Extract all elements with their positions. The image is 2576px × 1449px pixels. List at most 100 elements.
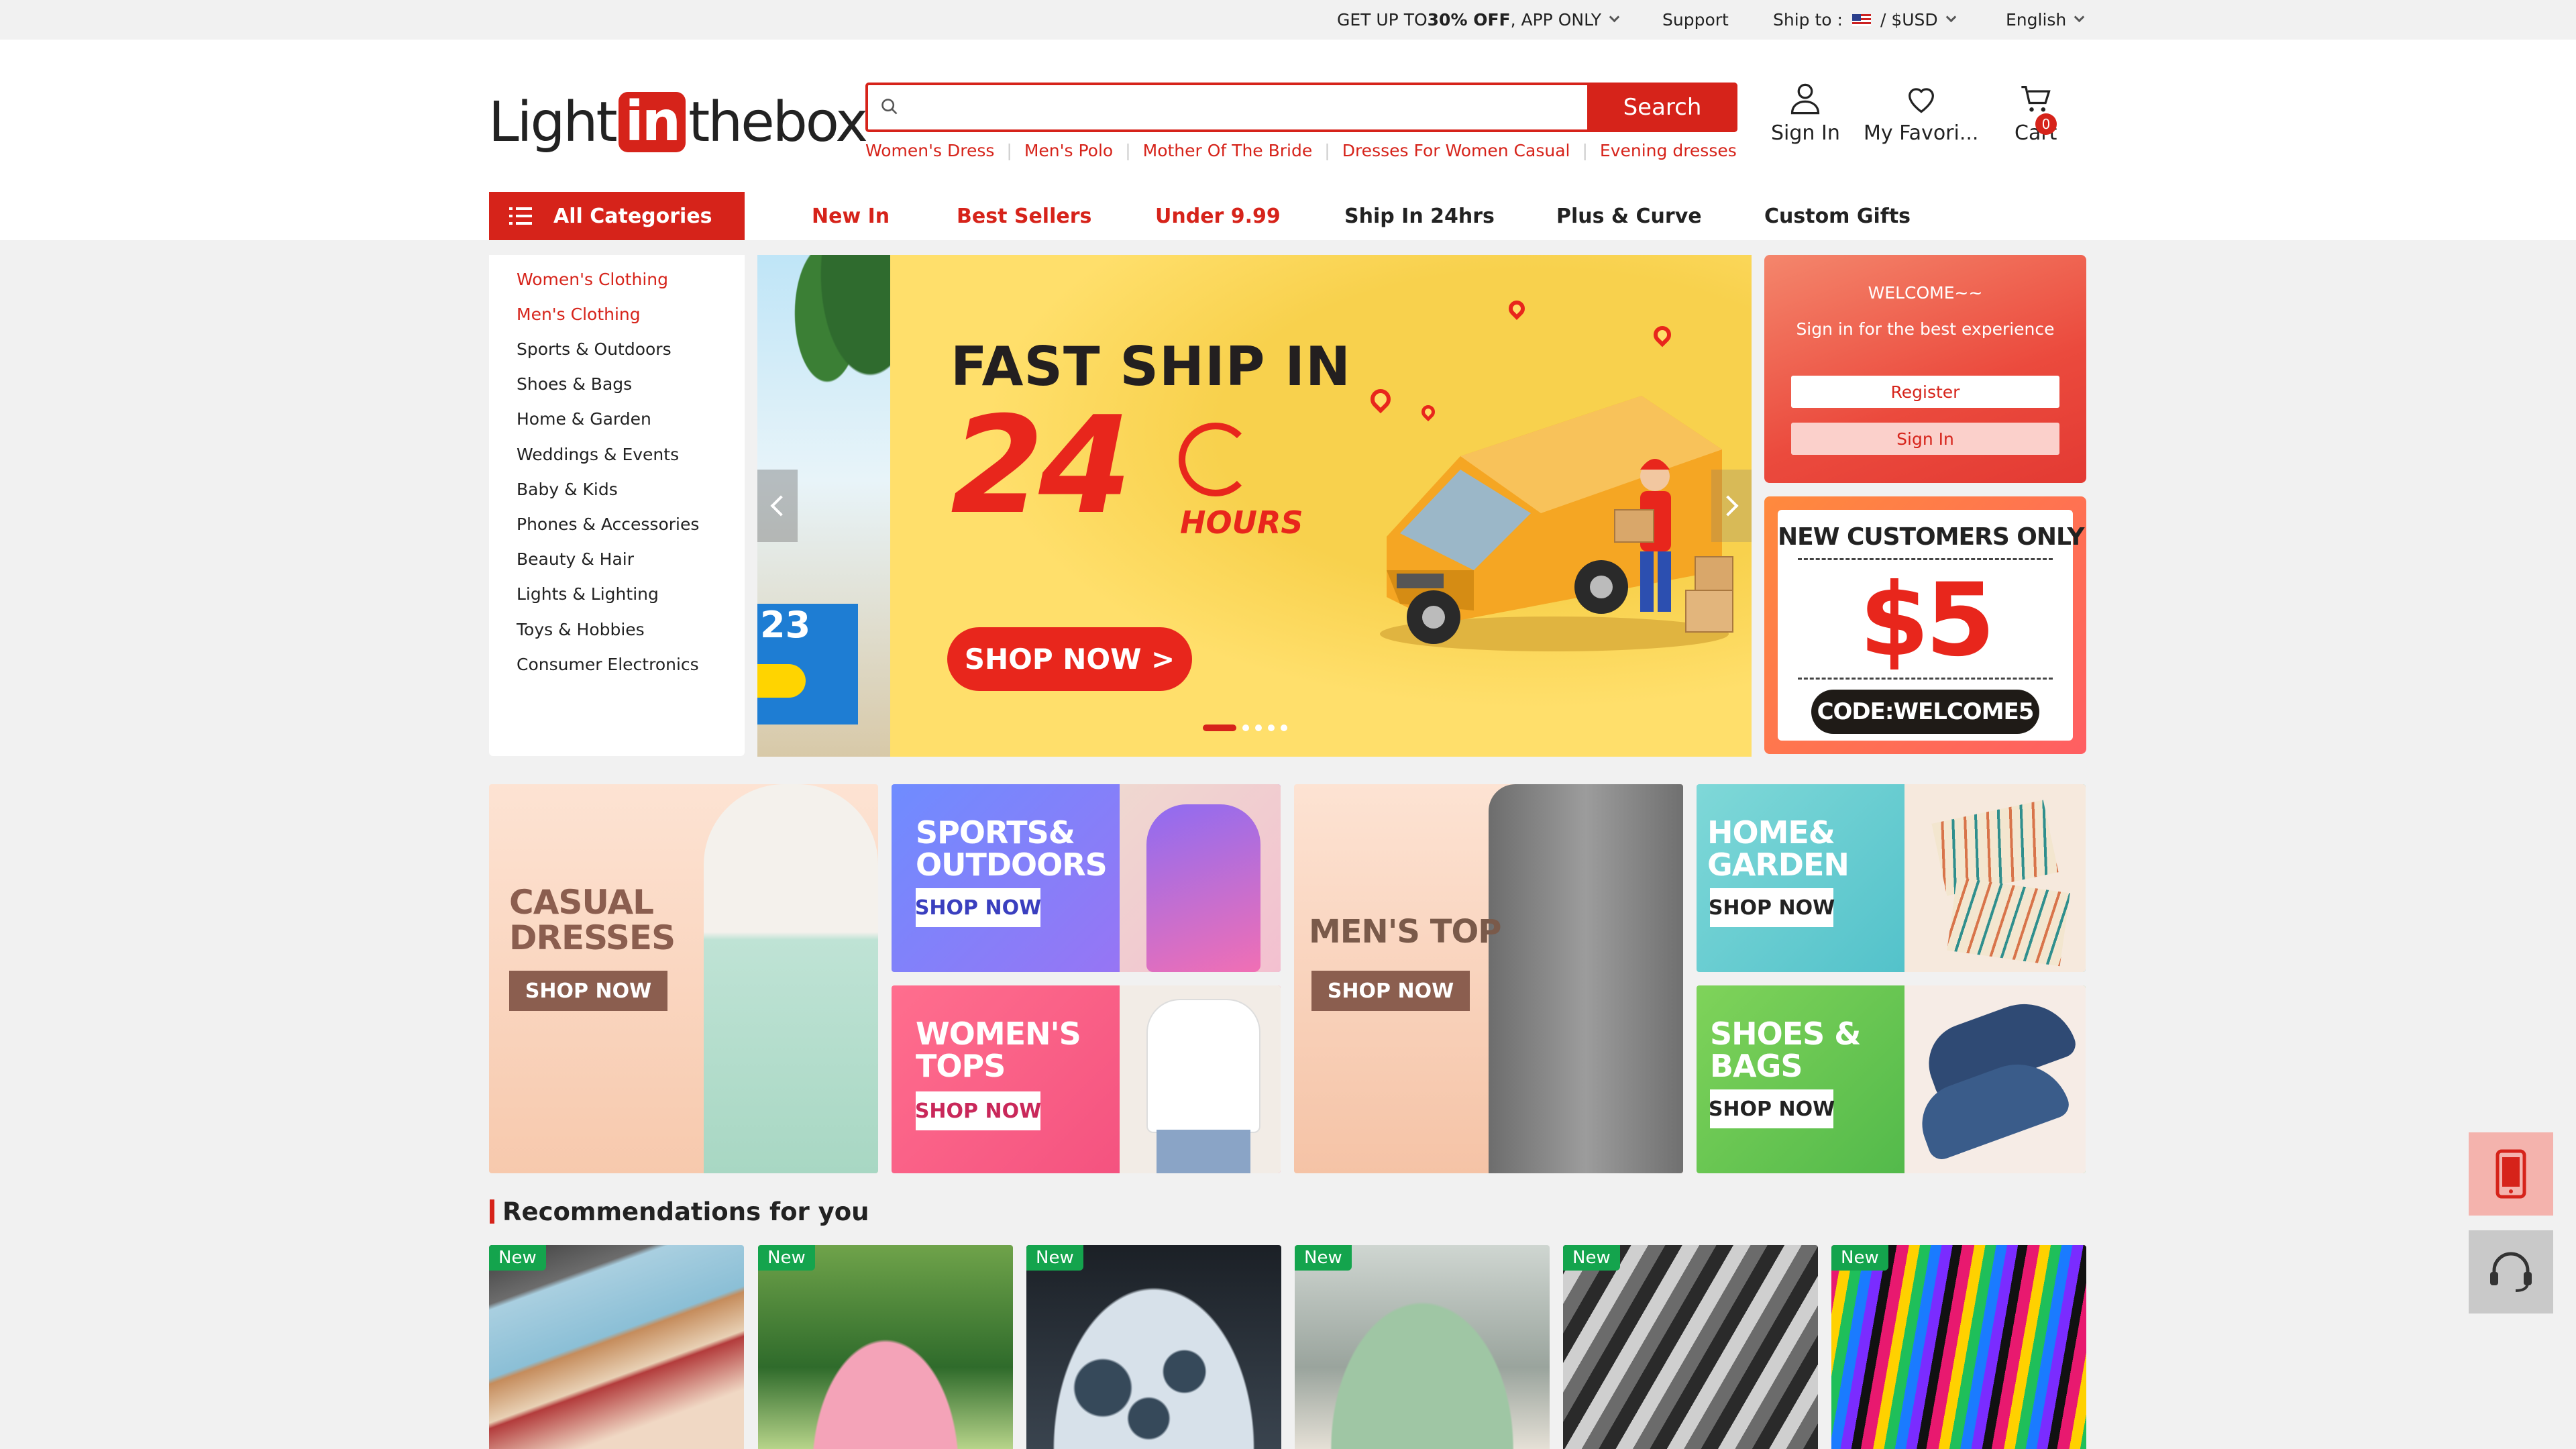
hot-search-link[interactable]: Dresses For Women Casual [1342,141,1570,160]
category-women-s-clothing[interactable]: Women's Clothing [517,262,668,297]
search-button[interactable]: Search [1587,83,1737,132]
hot-search-link[interactable]: Mother Of The Bride [1143,141,1313,160]
list-icon [509,207,532,225]
new-badge: New [1295,1245,1352,1271]
search-icon [881,99,898,115]
logo-box-text: thebox [688,90,868,154]
delivery-van-illustration [1380,396,1733,651]
nav-link-best-sellers[interactable]: Best Sellers [957,192,1091,240]
cart-icon [2021,86,2051,112]
category-shoes-bags[interactable]: Shoes & Bags [517,367,632,402]
product-card[interactable]: New [758,1245,1013,1449]
us-flag-icon [1851,13,1871,26]
chevron-right-icon [1717,495,1739,517]
carousel-dot-active[interactable] [1203,724,1236,731]
chevron-left-icon [770,495,792,517]
promo-casual-dresses[interactable]: CASUAL DRESSES SHOP NOW [489,784,878,1173]
carousel-next-button[interactable] [1711,470,1752,542]
hot-search-link[interactable]: Men's Polo [1024,141,1113,160]
peek-number: 23 [760,604,811,646]
nav-link-ship-in-24hrs[interactable]: Ship In 24hrs [1344,192,1495,240]
all-categories-button[interactable]: All Categories [489,192,745,240]
app-promo-discount: 30% OFF [1427,10,1511,30]
map-pin-icon [1650,322,1675,347]
recommendations-heading: Recommendations for you [490,1197,869,1226]
product-card[interactable]: New [1026,1245,1281,1449]
currency-label: / $USD [1880,10,1938,30]
welcome-card: WELCOME~~ Sign in for the best experienc… [1764,255,2086,483]
new-badge: New [758,1245,815,1271]
app-promo-prefix: GET UP TO [1337,10,1428,30]
phone-icon [2496,1149,2526,1199]
promo-shop-now-button[interactable]: SHOP NOW [1709,1089,1835,1128]
headset-icon [2490,1252,2532,1292]
chevron-down-icon [1609,11,1620,23]
category-men-s-clothing[interactable]: Men's Clothing [517,297,641,331]
product-card[interactable]: New [489,1245,744,1449]
hero-slide[interactable]: FAST SHIP IN 24 HOURS SHOP NOW > [890,255,1752,757]
sign-in-link[interactable]: Sign In [1771,81,1840,182]
language-selector[interactable]: English [2006,0,2085,40]
promo-shop-now-button[interactable]: SHOP NOW [915,888,1041,927]
promo-sports-outdoors[interactable]: SPORTS& OUTDOORS SHOP NOW [892,784,1281,972]
map-pin-icon [1505,297,1528,320]
category-weddings-events[interactable]: Weddings & Events [517,437,679,472]
sign-in-label: Sign In [1771,121,1840,145]
product-card[interactable]: New [1831,1245,2086,1449]
promo-home-garden[interactable]: HOME& GARDEN SHOP NOW [1697,784,2086,972]
product-card[interactable]: New [1295,1245,1550,1449]
new-badge: New [1563,1245,1620,1271]
promo-shop-now-button[interactable]: SHOP NOW [1311,971,1470,1011]
promo-shop-now-button[interactable]: SHOP NOW [915,1091,1041,1130]
category-consumer-electronics[interactable]: Consumer Electronics [517,647,699,682]
carousel-dot[interactable] [1268,724,1275,731]
app-promo-link[interactable]: GET UP TO 30% OFF, APP ONLY [1337,0,1620,40]
ship-to-label: Ship to : [1773,10,1843,30]
new-customer-coupon-banner[interactable]: NEW CUSTOMERS ONLY $5 CODE:WELCOME5 [1764,496,2086,754]
search-input[interactable] [908,85,1606,129]
carousel-dot[interactable] [1255,724,1262,731]
white-shirt-graphic [1146,999,1260,1133]
dress-image [704,784,878,1173]
hot-search-link[interactable]: Women's Dress [865,141,994,160]
category-phones-accessories[interactable]: Phones & Accessories [517,506,699,541]
new-badge: New [489,1245,546,1271]
nav-link-under-9-99[interactable]: Under 9.99 [1155,192,1281,240]
category-lights-lighting[interactable]: Lights & Lighting [517,577,659,612]
category-sidebar: Women's Clothing Men's Clothing Sports & O… [489,255,745,756]
coupon-title: NEW CUSTOMERS ONLY [1778,523,2084,551]
nav-link-custom-gifts[interactable]: Custom Gifts [1764,192,1911,240]
customer-support-button[interactable] [2469,1230,2553,1313]
promo-shop-now-button[interactable]: SHOP NOW [509,971,667,1011]
mens-shirt-image [1489,784,1683,1173]
promo-label: CASUAL DRESSES [509,883,676,957]
register-button[interactable]: Register [1791,376,2059,408]
hero-carousel[interactable]: 23 FAST SHIP IN 24 HOURS SHOP NOW > [757,255,1752,757]
welcome-sign-in-button[interactable]: Sign In [1791,423,2059,455]
promo-shop-now-button[interactable]: SHOP NOW [1709,888,1835,927]
promo-shoes-bags[interactable]: SHOES & BAGS SHOP NOW [1697,985,2086,1173]
site-logo[interactable]: Light in thebox [488,85,868,159]
category-beauty-hair[interactable]: Beauty & Hair [517,542,634,577]
promo-womens-tops[interactable]: WOMEN'S TOPS SHOP NOW [892,985,1281,1173]
favorites-link[interactable]: My Favori... [1864,81,1978,182]
category-baby-kids[interactable]: Baby & Kids [517,472,618,506]
carousel-indicators [1203,724,1287,731]
support-link[interactable]: Support [1662,0,1729,40]
hot-search-link[interactable]: Evening dresses [1600,141,1737,160]
cart-count-badge: 0 [2035,113,2057,135]
product-card[interactable]: New [1563,1245,1818,1449]
carousel-prev-button[interactable] [757,470,798,542]
category-sports-outdoors[interactable]: Sports & Outdoors [517,331,672,366]
hero-shop-now-button[interactable]: SHOP NOW > [947,627,1192,691]
category-toys-hobbies[interactable]: Toys & Hobbies [517,612,645,647]
promo-mens-top[interactable]: MEN'S TOP SHOP NOW [1294,784,1683,1173]
nav-link-plus-curve[interactable]: Plus & Curve [1556,192,1702,240]
carousel-dot[interactable] [1242,724,1249,731]
category-home-garden[interactable]: Home & Garden [517,402,651,437]
promo-label: WOMEN'S TOPS [916,1016,1081,1085]
ship-to-selector[interactable]: Ship to : / $USD [1773,0,1956,40]
nav-link-new-in[interactable]: New In [812,192,890,240]
carousel-dot[interactable] [1281,724,1287,731]
app-download-button[interactable] [2469,1132,2553,1216]
